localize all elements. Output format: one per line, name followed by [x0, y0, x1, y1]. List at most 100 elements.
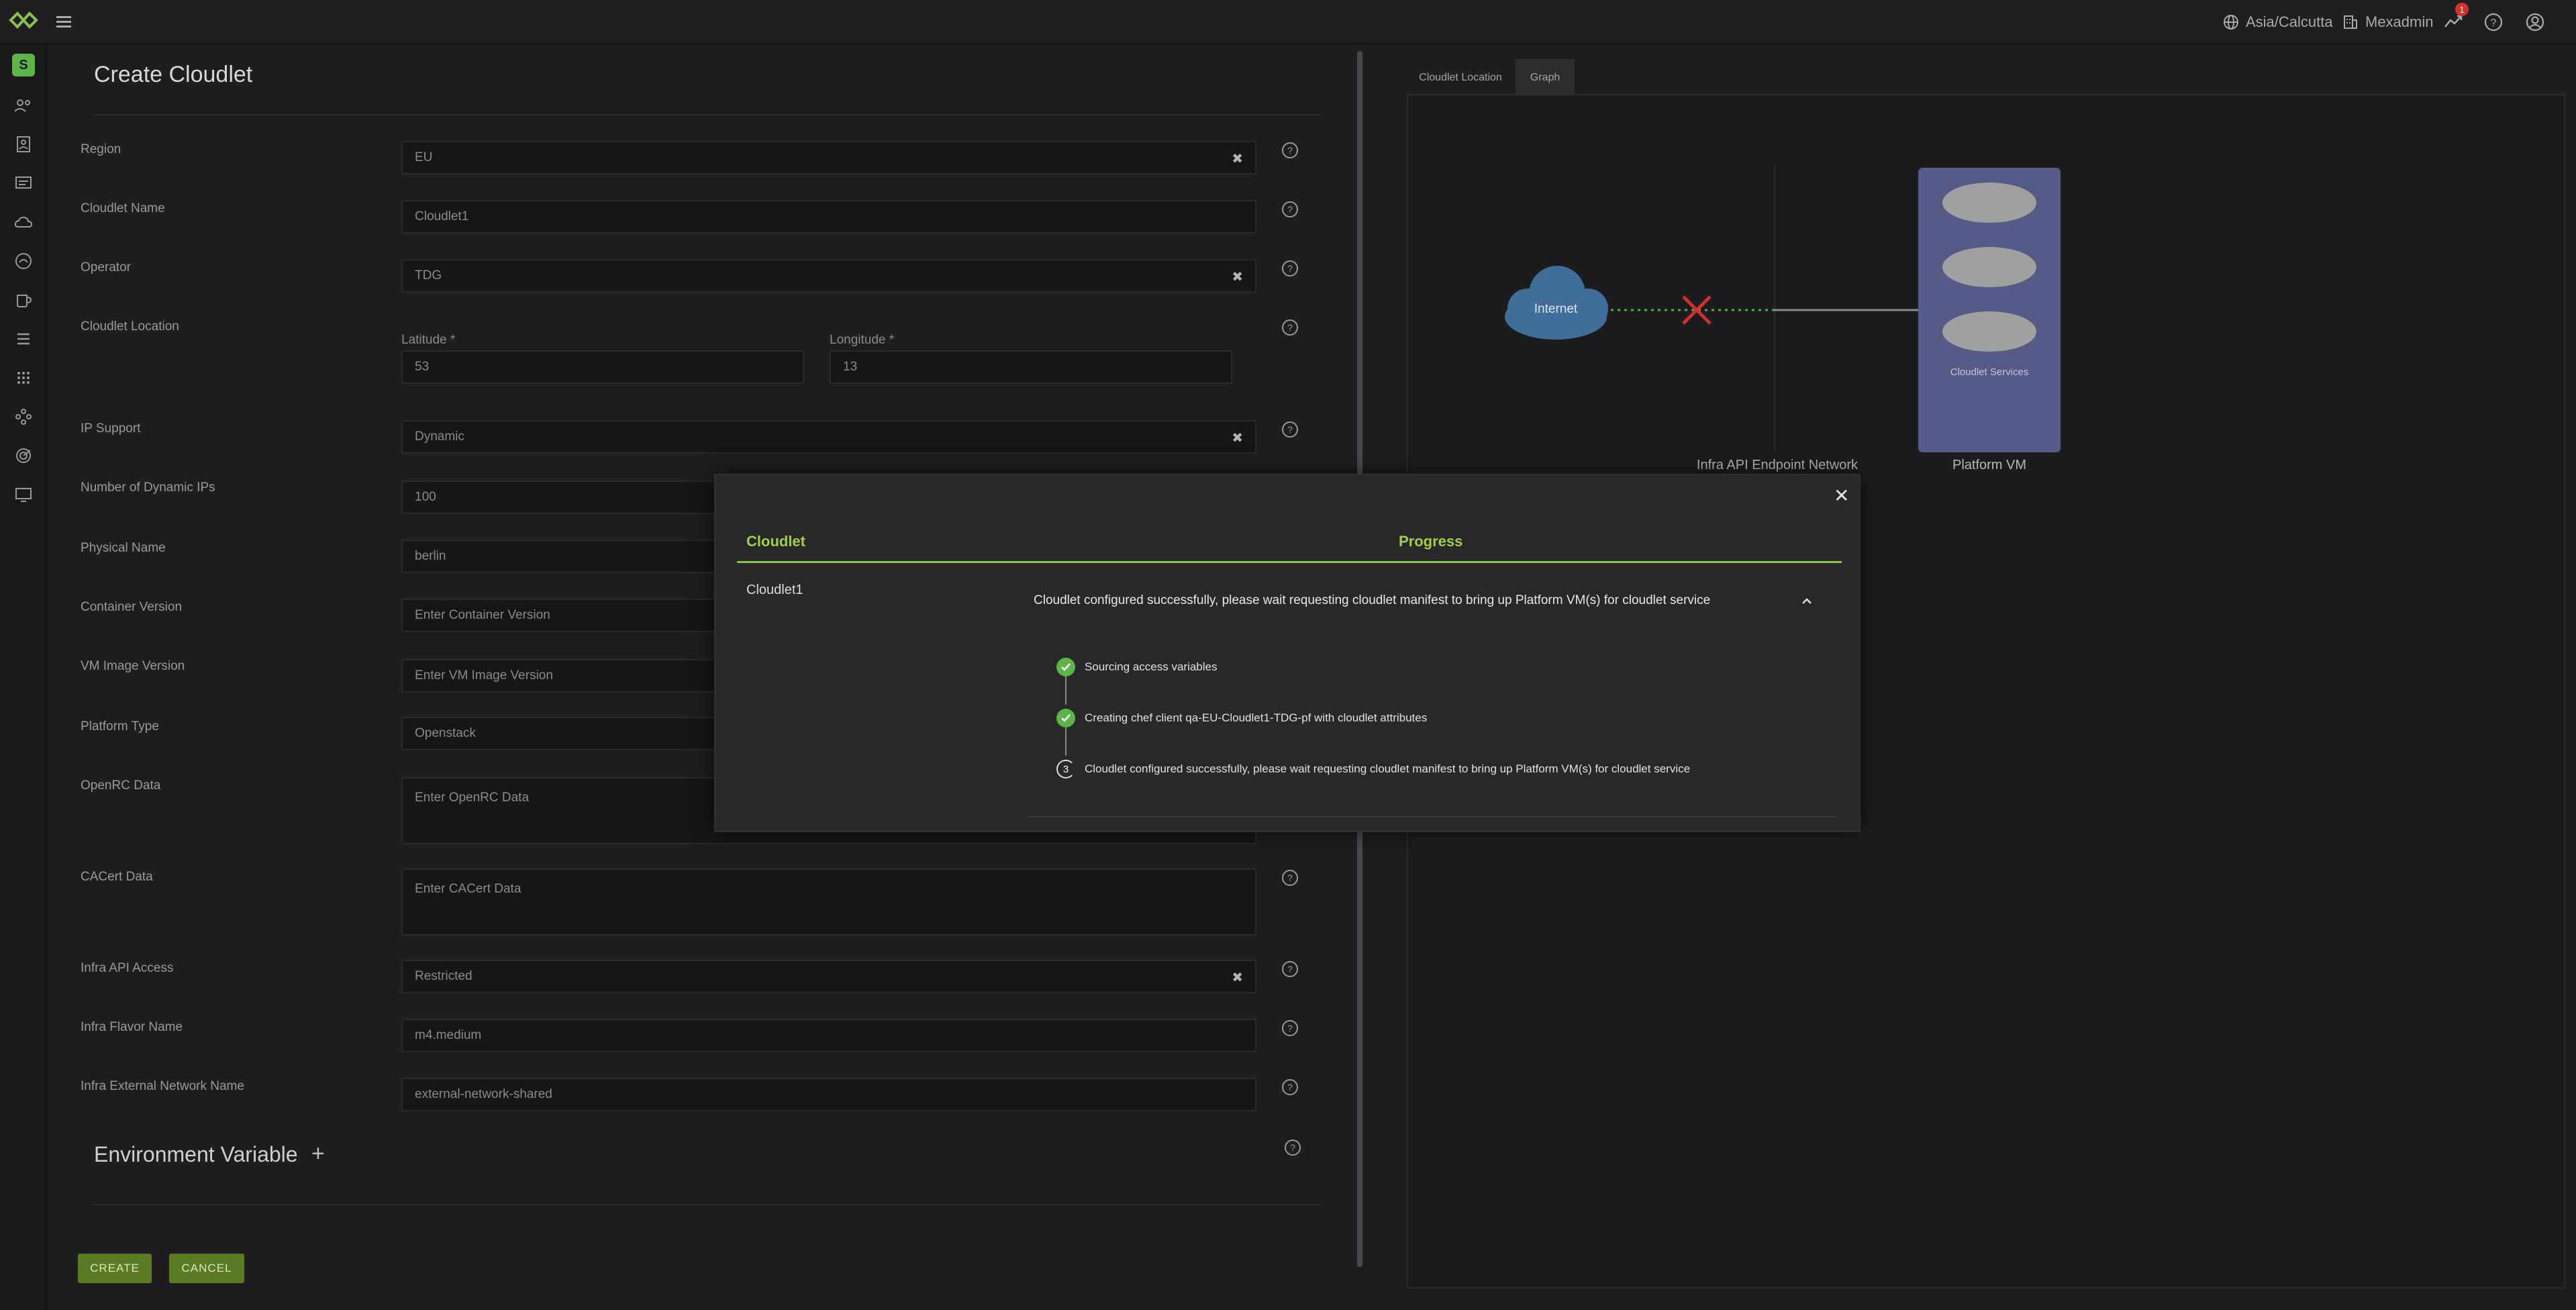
svg-text:?: ? [1287, 145, 1293, 156]
ip-support-select[interactable]: Dynamic ✖ [401, 420, 1256, 454]
operator-value: TDG [415, 268, 442, 283]
infra-flavor-name-input[interactable]: m4.medium [401, 1019, 1256, 1052]
ip-support-label: IP Support [81, 421, 141, 436]
help-icon[interactable]: ? [1283, 1138, 1302, 1157]
physical-name-label: Physical Name [81, 541, 166, 555]
cloudlet-pool-icon[interactable] [12, 250, 35, 272]
accounts-icon[interactable] [12, 133, 35, 156]
chevron-up-icon[interactable] [1799, 593, 1815, 609]
cloudlet-location-label: Cloudlet Location [81, 319, 179, 334]
alerts-button[interactable]: 1 [2443, 3, 2469, 34]
tab-cloudlet-location[interactable]: Cloudlet Location [1407, 59, 1514, 97]
step-text: Cloudlet configured successfully, please… [1085, 762, 1691, 775]
column-header-cloudlet: Cloudlet [746, 533, 805, 550]
alert-count-badge: 1 [2455, 3, 2469, 16]
cacert-data-label: CACert Data [81, 870, 153, 884]
vm-image-version-label: VM Image Version [81, 659, 185, 673]
section-divider [93, 1204, 1321, 1205]
longitude-label: Longitude * [830, 333, 895, 347]
apps-grid-icon[interactable] [12, 366, 35, 389]
organization-selector[interactable]: Mexadmin [2342, 11, 2433, 34]
container-version-label: Container Version [81, 600, 183, 614]
hamburger-menu-icon[interactable] [54, 12, 75, 31]
environment-variable-heading: Environment Variable [94, 1142, 298, 1166]
openrc-data-label: OpenRC Data [81, 778, 161, 793]
timezone-label: Asia/Calcutta [2246, 13, 2333, 30]
account-icon[interactable] [2525, 12, 2545, 32]
operator-select[interactable]: TDG ✖ [401, 259, 1256, 293]
region-value: EU [415, 150, 433, 164]
latitude-label: Latitude * [401, 333, 456, 347]
svg-text:?: ? [1287, 964, 1293, 974]
help-icon[interactable]: ? [1281, 1019, 1299, 1038]
progress-step: 3 Cloudlet configured successfully, plea… [1056, 760, 1690, 778]
progress-step: Creating chef client qa-EU-Cloudlet1-TDG… [1056, 709, 1427, 727]
step-connector [1065, 727, 1067, 756]
cloudlet-name-value: Cloudlet1 [415, 209, 469, 223]
help-icon[interactable]: ? [1281, 200, 1299, 219]
infra-external-network-value: external-network-shared [415, 1087, 552, 1101]
timezone-selector[interactable]: Asia/Calcutta [2223, 11, 2333, 34]
help-icon[interactable]: ? [2483, 12, 2504, 32]
clear-icon[interactable]: ✖ [1232, 969, 1243, 986]
step-text: Creating chef client qa-EU-Cloudlet1-TDG… [1085, 711, 1428, 724]
cloudlet-services-label: Cloudlet Services [1950, 366, 2029, 378]
svg-text:?: ? [1287, 204, 1293, 215]
clear-icon[interactable]: ✖ [1232, 150, 1243, 167]
monitoring-icon[interactable] [12, 444, 35, 467]
tab-graph[interactable]: Graph [1516, 59, 1575, 97]
user-avatar[interactable]: S [12, 54, 35, 77]
infra-api-access-value: Restricted [415, 969, 473, 983]
row-divider [1028, 816, 1836, 817]
help-icon[interactable]: ? [1281, 868, 1299, 887]
infra-api-access-select[interactable]: Restricted ✖ [401, 960, 1256, 993]
flavor-icon[interactable] [12, 289, 35, 311]
help-icon[interactable]: ? [1281, 141, 1299, 160]
dynamic-ips-value: 100 [415, 490, 436, 504]
infra-external-network-label: Infra External Network Name [81, 1079, 244, 1093]
help-icon[interactable]: ? [1281, 259, 1299, 278]
logo-icon[interactable] [8, 9, 39, 31]
cancel-button[interactable]: CANCEL [169, 1254, 244, 1283]
messages-icon[interactable] [12, 172, 35, 195]
dynamic-ips-label: Number of Dynamic IPs [81, 481, 215, 495]
cacert-data-placeholder: Enter CACert Data [415, 882, 522, 896]
step-text: Sourcing access variables [1085, 660, 1218, 673]
platform-type-label: Platform Type [81, 719, 159, 734]
progress-step: Sourcing access variables [1056, 658, 1217, 676]
help-icon[interactable]: ? [1281, 318, 1299, 337]
svg-text:?: ? [1290, 1142, 1295, 1153]
monitor-icon[interactable] [12, 483, 35, 506]
cloudlet-name-input[interactable]: Cloudlet1 [401, 200, 1256, 234]
list-icon[interactable] [12, 328, 35, 350]
clear-icon[interactable]: ✖ [1232, 430, 1243, 446]
internet-label: Internet [1534, 302, 1578, 316]
svg-text:?: ? [1287, 1023, 1293, 1034]
globe-icon [2224, 15, 2238, 30]
title-divider [93, 114, 1321, 115]
close-icon[interactable]: ✕ [1834, 485, 1849, 507]
cloud-icon[interactable] [12, 211, 35, 234]
ip-support-value: Dynamic [415, 430, 464, 444]
create-button[interactable]: CREATE [78, 1254, 152, 1283]
sidebar: S [0, 44, 47, 1310]
network-icon[interactable] [12, 405, 35, 428]
infra-external-network-input[interactable]: external-network-shared [401, 1078, 1256, 1111]
infra-flavor-name-label: Infra Flavor Name [81, 1020, 183, 1034]
svg-text:?: ? [1287, 424, 1293, 435]
cacert-data-textarea[interactable]: Enter CACert Data [401, 868, 1256, 936]
help-icon[interactable]: ? [1281, 420, 1299, 439]
longitude-value: 13 [843, 360, 858, 374]
longitude-input[interactable]: 13 [830, 350, 1232, 384]
clear-icon[interactable]: ✖ [1232, 268, 1243, 285]
users-icon[interactable] [12, 94, 35, 117]
help-icon[interactable]: ? [1281, 960, 1299, 978]
progress-summary[interactable]: Cloudlet configured successfully, please… [1034, 593, 1710, 608]
help-icon[interactable]: ? [1281, 1078, 1299, 1097]
add-environment-variable-button[interactable]: + [311, 1141, 325, 1167]
header-divider [737, 561, 1842, 563]
latitude-input[interactable]: 53 [401, 350, 804, 384]
infra-flavor-name-value: m4.medium [415, 1028, 482, 1042]
region-select[interactable]: EU ✖ [401, 141, 1256, 174]
building-icon [2344, 15, 2357, 29]
